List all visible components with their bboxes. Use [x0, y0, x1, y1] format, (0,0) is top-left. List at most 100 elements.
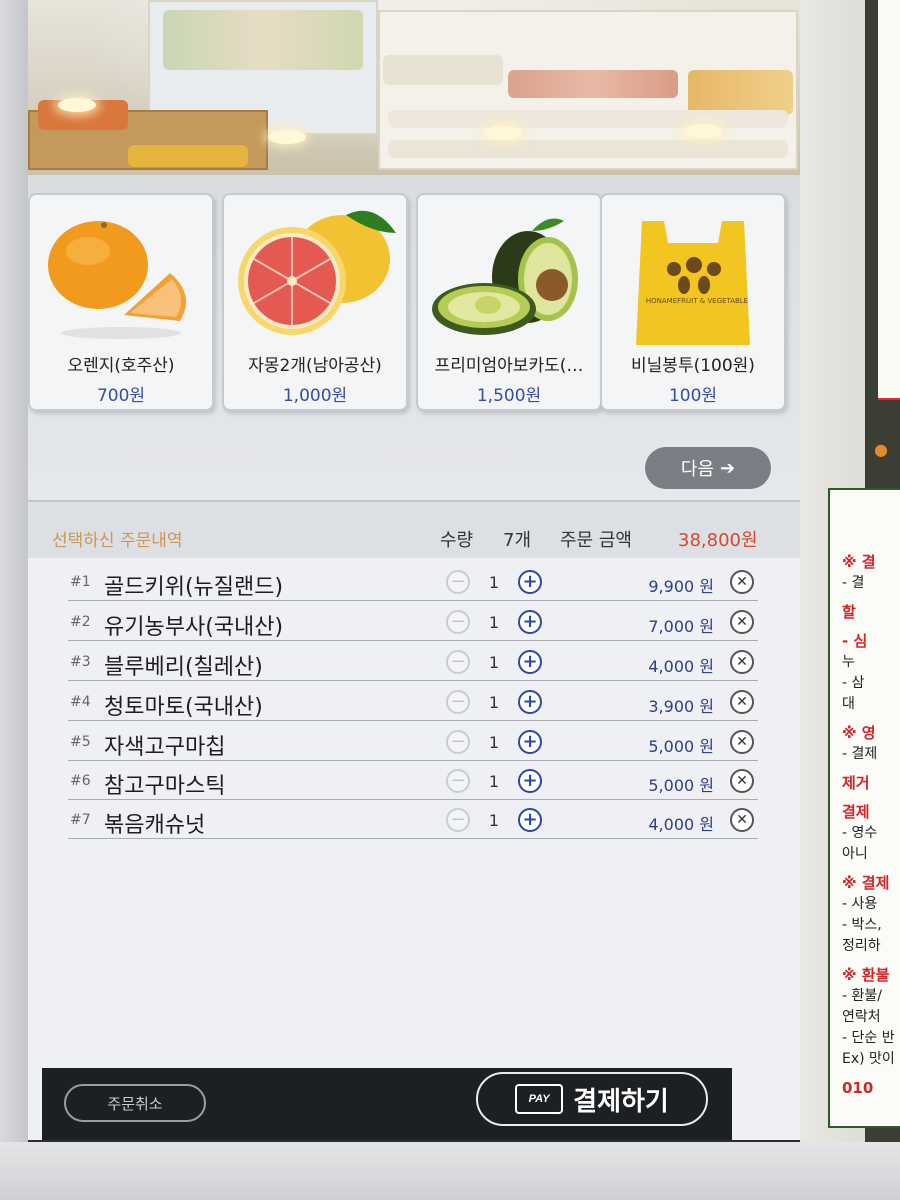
notice-line: - 결	[842, 575, 865, 591]
notice-line: 누	[842, 654, 855, 670]
pumpkin-decoration-icon: ●	[874, 440, 888, 459]
pay-button[interactable]: PAY 결제하기	[476, 1072, 708, 1126]
increase-quantity-button[interactable]: +	[518, 730, 542, 754]
item-quantity: 1	[488, 613, 500, 632]
item-price: 4,000 원	[648, 657, 714, 676]
order-row: #4 청토마토(국내산) − 1 + 3,900 원 ✕	[68, 682, 758, 721]
order-list: #1 골드키위(뉴질랜드) − 1 + 9,900 원 ✕ #2 유기농부사(국…	[68, 562, 758, 1062]
product-card-orange[interactable]: 오렌지(호주산) 700원	[28, 193, 214, 411]
notice-line: ※ 환불	[842, 966, 890, 984]
kiosk-screen: 오렌지(호주산) 700원 자몽2개(남아공산) 1,000원 프리미엄아보카도…	[28, 0, 800, 1140]
notice-line: ※ 결	[842, 553, 876, 571]
order-row-number: #7	[70, 812, 91, 828]
ceiling-light	[268, 130, 306, 144]
remove-item-button[interactable]: ✕	[730, 808, 754, 832]
quantity-total: 7개	[503, 530, 532, 551]
notice-line: - 영수	[842, 825, 878, 841]
product-price: 1,000원	[282, 386, 348, 406]
arrow-right-icon: ➔	[720, 457, 736, 478]
increase-quantity-button[interactable]: +	[518, 650, 542, 674]
order-summary-title: 선택하신 주문내역	[52, 531, 183, 551]
notice-line: Ex) 맛이	[842, 1051, 895, 1067]
orange-image	[48, 221, 187, 339]
increase-quantity-button[interactable]: +	[518, 610, 542, 634]
store-photo-banner	[28, 0, 800, 175]
product-card-grapefruit[interactable]: 자몽2개(남아공산) 1,000원	[222, 193, 408, 411]
order-row-number: #4	[70, 694, 91, 710]
order-row-number: #1	[70, 574, 91, 590]
item-price: 9,900 원	[648, 577, 714, 596]
order-row: #3 블루베리(칠레산) − 1 + 4,000 원 ✕	[68, 642, 758, 681]
amount-label: 주문 금액	[560, 530, 632, 551]
item-quantity: 1	[488, 772, 500, 791]
item-price: 5,000 원	[648, 776, 714, 795]
decrease-quantity-button[interactable]: −	[446, 690, 470, 714]
remove-item-button[interactable]: ✕	[730, 730, 754, 754]
next-button[interactable]: 다음 ➔	[645, 447, 771, 489]
remove-item-button[interactable]: ✕	[730, 610, 754, 634]
kiosk-bezel-bottom	[0, 1142, 900, 1200]
item-price: 4,000 원	[648, 815, 714, 834]
notice-line: 정리하	[842, 938, 881, 954]
notice-line: 할	[842, 603, 856, 621]
item-quantity: 1	[488, 733, 500, 752]
increase-quantity-button[interactable]: +	[518, 690, 542, 714]
item-quantity: 1	[488, 811, 500, 830]
remove-item-button[interactable]: ✕	[730, 690, 754, 714]
notice-line: 010	[842, 1079, 874, 1097]
notice-line: - 결제	[842, 746, 878, 762]
notice-line: ※ 결제	[842, 874, 890, 892]
item-quantity: 1	[488, 693, 500, 712]
decrease-quantity-button[interactable]: −	[446, 769, 470, 793]
order-row-number: #5	[70, 734, 91, 750]
product-price: 700원	[96, 386, 146, 406]
bag-print-text: HONAMEFRUIT & VEGETABLE	[645, 297, 749, 305]
notice-line: - 심	[842, 632, 868, 650]
item-price: 5,000 원	[648, 737, 714, 756]
increase-quantity-button[interactable]: +	[518, 769, 542, 793]
order-item-name: 유기농부사(국내산)	[104, 615, 284, 640]
decrease-quantity-button[interactable]: −	[446, 570, 470, 594]
notice-paper: ※ 결 - 결 할 - 심 누 - 삼 대 ※ 영 - 결제 제거 결제 - 영수 아니 ※ …	[828, 488, 900, 1128]
remove-item-button[interactable]: ✕	[730, 769, 754, 793]
product-card-plastic-bag[interactable]: HONAMEFRUIT & VEGETABLE 비닐봉투(100원) 100원	[600, 193, 786, 411]
decrease-quantity-button[interactable]: −	[446, 610, 470, 634]
crate-produce	[128, 145, 248, 167]
decrease-quantity-button[interactable]: −	[446, 730, 470, 754]
quantity-label: 수량	[440, 530, 474, 551]
remove-item-button[interactable]: ✕	[730, 650, 754, 674]
shelf-produce	[388, 140, 788, 158]
pay-button-label: 결제하기	[573, 1085, 669, 1116]
decrease-quantity-button[interactable]: −	[446, 808, 470, 832]
increase-quantity-button[interactable]: +	[518, 808, 542, 832]
pay-card-icon: PAY	[515, 1084, 564, 1114]
ceiling-light	[484, 126, 522, 140]
order-item-name: 블루베리(칠레산)	[104, 655, 263, 680]
plastic-bag-image	[636, 221, 750, 345]
product-grid: 오렌지(호주산) 700원 자몽2개(남아공산) 1,000원 프리미엄아보카도…	[28, 175, 800, 500]
decrease-quantity-button[interactable]: −	[446, 650, 470, 674]
order-row: #6 참고구마스틱 − 1 + 5,000 원 ✕	[68, 761, 758, 800]
next-button-label: 다음	[680, 459, 715, 479]
order-item-name: 자색고구마칩	[104, 735, 226, 760]
notice-line: ※ 영	[842, 724, 876, 742]
product-name: 비닐봉투(100원)	[631, 356, 755, 376]
notice-line: 아니	[842, 846, 868, 862]
item-price: 3,900 원	[648, 697, 714, 716]
increase-quantity-button[interactable]: +	[518, 570, 542, 594]
notice-line: 제거	[842, 774, 870, 792]
notice-line: - 사용	[842, 896, 878, 912]
order-row: #1 골드키위(뉴질랜드) − 1 + 9,900 원 ✕	[68, 562, 758, 601]
remove-item-button[interactable]: ✕	[730, 570, 754, 594]
product-name: 오렌지(호주산)	[67, 356, 175, 376]
notice-line: - 박스,	[842, 917, 882, 933]
cancel-order-button[interactable]: 주문취소	[64, 1084, 206, 1122]
fridge-produce	[163, 10, 363, 70]
notice-line: 대	[842, 696, 855, 712]
shelf-produce	[383, 55, 503, 85]
order-row-number: #6	[70, 773, 91, 789]
grapefruit-image	[238, 210, 396, 335]
notice-paper-top	[878, 0, 900, 400]
ceiling-light	[58, 98, 96, 112]
product-card-avocado[interactable]: 프리미엄아보카도(… 1,500원	[416, 193, 602, 411]
